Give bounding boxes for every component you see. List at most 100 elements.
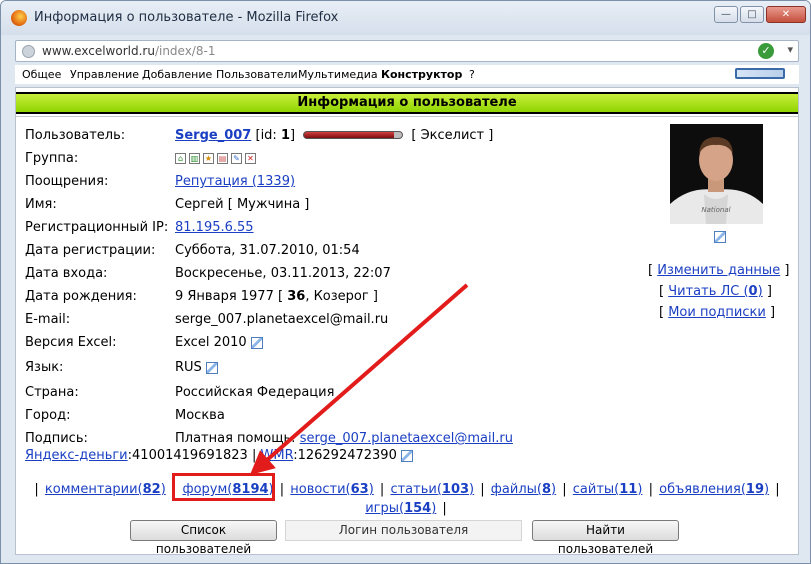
signature-email-link[interactable]: serge_007.planetaexcel@mail.ru bbox=[300, 431, 513, 446]
birth-row: 9 Января 1977 [ 36, Козерог ] bbox=[175, 289, 378, 304]
find-users-button[interactable]: Найти пользователей bbox=[532, 520, 679, 556]
group-icons: ⌂ ▥ ★ ▤ ✎ ✕ bbox=[175, 151, 256, 166]
window-controls: — □ ✕ bbox=[714, 6, 806, 23]
payment-row: Яндекс-деньги:41001419691823 | WMR:12629… bbox=[25, 448, 413, 463]
stat-count: 103 bbox=[441, 482, 470, 497]
user-id: 1 bbox=[280, 128, 291, 143]
group-label: Группа: bbox=[25, 151, 79, 166]
id-prefix: [id: bbox=[255, 128, 277, 143]
panel-slider[interactable] bbox=[735, 68, 785, 79]
login-search-input[interactable]: Логин пользователя bbox=[285, 520, 522, 541]
signature-row: Платная помощь: serge_007.planetaexcel@m… bbox=[175, 431, 513, 446]
pencil-icon[interactable]: ✎ bbox=[231, 153, 242, 164]
stat-news-link[interactable]: новости(63) bbox=[290, 482, 373, 497]
stat-sites-link[interactable]: сайты(11) bbox=[573, 482, 643, 497]
signature-label: Подпись: bbox=[25, 431, 88, 446]
ip-link[interactable]: 81.195.6.55 bbox=[175, 220, 254, 235]
menu-item-help[interactable]: ? bbox=[469, 68, 475, 81]
zodiac: , Козерог ] bbox=[305, 289, 378, 304]
pm-count: 0 bbox=[748, 284, 758, 299]
reg-date: Суббота, 31.07.2010, 01:54 bbox=[175, 243, 360, 258]
document-icon[interactable]: ▤ bbox=[217, 153, 228, 164]
user-list-button[interactable]: Список пользователей bbox=[130, 520, 277, 556]
age: 36 bbox=[287, 289, 306, 304]
stat-label: комментарии( bbox=[44, 482, 143, 497]
username-link[interactable]: Serge_007 bbox=[175, 128, 251, 143]
close-button[interactable]: ✕ bbox=[766, 6, 806, 23]
address-bar[interactable]: www.excelworld.ru/index/8-1 ✓ ▾ bbox=[15, 40, 799, 62]
stat-count: 63 bbox=[350, 482, 369, 497]
city-label: Город: bbox=[25, 408, 71, 423]
lang-row: RUS bbox=[175, 360, 218, 375]
bracket: [ bbox=[659, 305, 665, 320]
lang-label: Язык: bbox=[25, 360, 64, 375]
wmr-link[interactable]: WMR bbox=[261, 448, 294, 463]
browser-window: Информация о пользователе - Mozilla Fire… bbox=[0, 0, 811, 564]
stat-count: 8 bbox=[541, 482, 552, 497]
window-title: Информация о пользователе - Mozilla Fire… bbox=[34, 10, 339, 25]
menu-item-constructor[interactable]: Конструктор bbox=[381, 68, 462, 81]
stat-count: 19 bbox=[745, 482, 764, 497]
awards-label: Поощрения: bbox=[25, 174, 109, 189]
age-open: [ bbox=[278, 289, 284, 304]
user-label: Пользователь: bbox=[25, 128, 126, 143]
menu-item-general[interactable]: Общее bbox=[22, 68, 61, 81]
edit-icon[interactable] bbox=[400, 449, 413, 462]
read-pm-link[interactable]: Читать ЛС (0) bbox=[668, 284, 762, 299]
subscriptions-row: [ Мои подписки ] bbox=[659, 305, 775, 320]
email-value: serge_007.planetaexcel@mail.ru bbox=[175, 312, 389, 327]
firefox-logo-icon bbox=[11, 10, 27, 26]
check-icon[interactable]: ✓ bbox=[758, 43, 774, 59]
delete-icon[interactable]: ✕ bbox=[245, 153, 256, 164]
stat-files-link[interactable]: файлы(8) bbox=[491, 482, 556, 497]
edit-data-link[interactable]: Изменить данные bbox=[657, 263, 780, 278]
stat-games-link[interactable]: игры(154) bbox=[365, 501, 436, 516]
bracket: [ bbox=[648, 263, 654, 278]
ip-label: Регистрационный IP: bbox=[25, 220, 169, 235]
birth-label: Дата рождения: bbox=[25, 289, 137, 304]
yandex-wallet: :41001419691823 bbox=[127, 448, 248, 463]
stat-count: 154 bbox=[404, 501, 432, 516]
globe-icon bbox=[22, 45, 35, 58]
group-icon-user[interactable]: ⌂ bbox=[175, 153, 186, 164]
yandex-link[interactable]: Яндекс-деньги bbox=[25, 448, 128, 463]
group-icon-chart[interactable]: ▥ bbox=[189, 153, 200, 164]
menu-item-management[interactable]: Управление bbox=[70, 68, 139, 81]
city: Москва bbox=[175, 408, 225, 423]
stat-comments-link[interactable]: комментарии(82) bbox=[45, 482, 166, 497]
bracket: ] bbox=[784, 263, 790, 278]
gender: [ Мужчина ] bbox=[227, 197, 310, 212]
login-label: Дата входа: bbox=[25, 266, 108, 281]
subscriptions-link[interactable]: Мои подписки bbox=[668, 305, 766, 320]
edit-icon[interactable] bbox=[205, 361, 218, 374]
user-row: Serge_007 [id: 1] [ Экселист ] bbox=[175, 128, 493, 143]
menu-item-add[interactable]: Добавление bbox=[142, 68, 212, 81]
stat-label: игры( bbox=[365, 501, 405, 516]
language: RUS bbox=[175, 360, 202, 375]
stat-ads-link[interactable]: объявления(19) bbox=[659, 482, 769, 497]
star-icon[interactable]: ★ bbox=[203, 153, 214, 164]
stat-articles-link[interactable]: статьи(103) bbox=[390, 482, 474, 497]
edit-icon[interactable] bbox=[250, 336, 263, 349]
excel-version: Excel 2010 bbox=[175, 335, 247, 350]
chevron-down-icon[interactable]: ▾ bbox=[787, 43, 793, 56]
signature-text: Платная помощь: bbox=[175, 431, 296, 446]
reputation-link[interactable]: Репутация (1339) bbox=[175, 174, 295, 189]
profile-page: Информация о пользователе Пользователь: … bbox=[15, 87, 799, 556]
menu-item-users[interactable]: Пользователи bbox=[216, 68, 298, 81]
read-pm-label: Читать ЛС ( bbox=[668, 284, 749, 299]
menu-item-multimedia[interactable]: Мультимедиа bbox=[298, 68, 378, 81]
user-rank: [ Экселист ] bbox=[411, 128, 494, 143]
url-text[interactable]: www.excelworld.ru/index/8-1 bbox=[42, 44, 215, 58]
separator: | bbox=[251, 448, 257, 463]
reg-label: Дата регистрации: bbox=[25, 243, 156, 258]
login-date: Воскресенье, 03.11.2013, 22:07 bbox=[175, 266, 391, 281]
stat-label: новости( bbox=[290, 482, 351, 497]
avatar-edit-icon[interactable] bbox=[714, 231, 726, 243]
maximize-button[interactable]: □ bbox=[740, 6, 764, 23]
excel-label: Версия Excel: bbox=[25, 335, 117, 350]
minimize-button[interactable]: — bbox=[714, 6, 738, 23]
name-label: Имя: bbox=[25, 197, 57, 212]
excel-row: Excel 2010 bbox=[175, 335, 263, 350]
id-suffix: ] bbox=[290, 128, 296, 143]
